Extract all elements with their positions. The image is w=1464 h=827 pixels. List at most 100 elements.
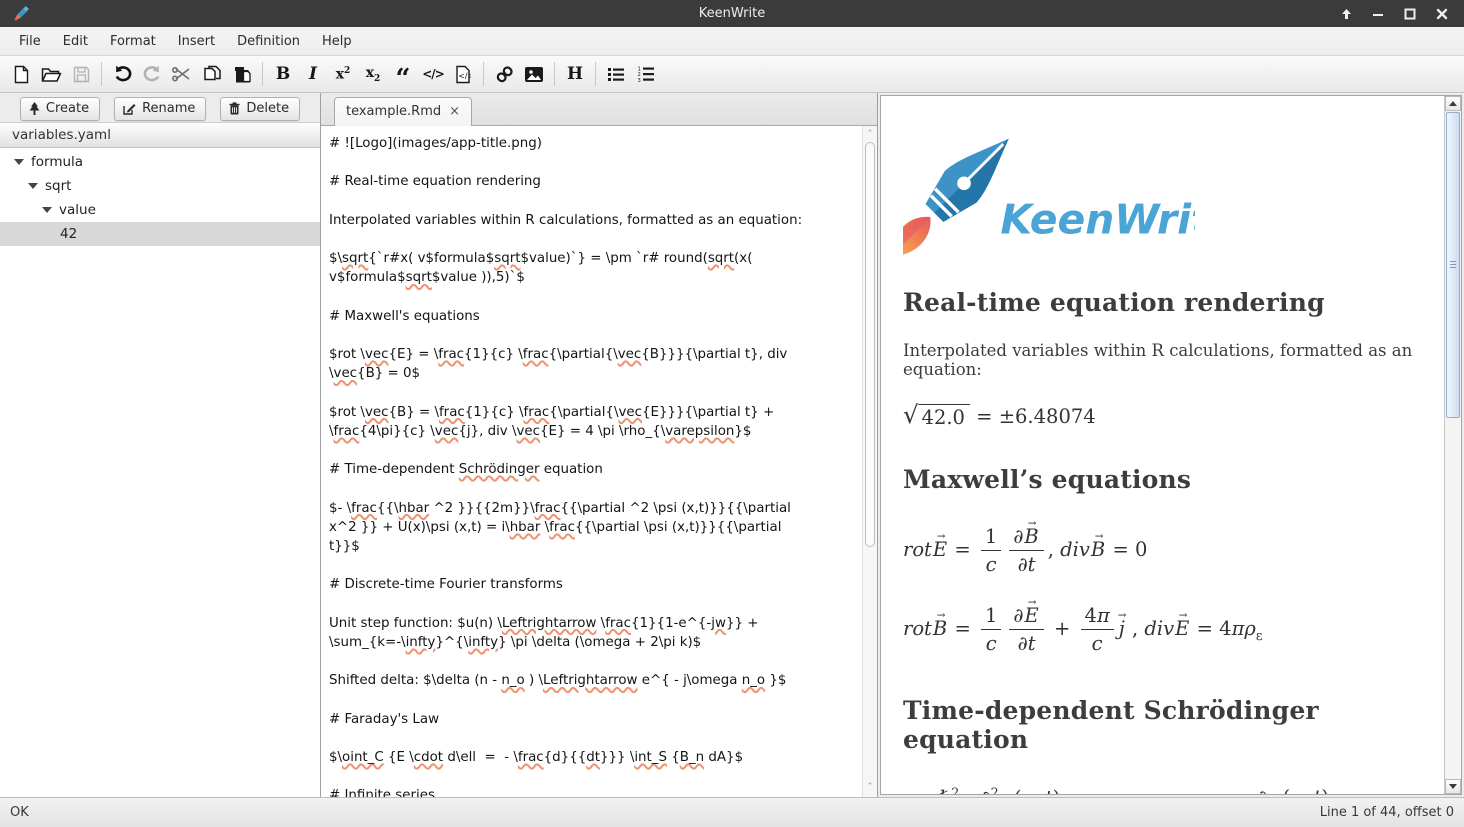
tree-expander-icon[interactable] (28, 183, 38, 189)
editor-line[interactable]: Interpolated variables within R calculat… (329, 211, 860, 230)
close-icon[interactable] (1430, 4, 1454, 24)
editor-text[interactable]: # ![Logo](images/app-title.png) # Real-t… (321, 126, 862, 797)
editor-line[interactable] (329, 230, 860, 249)
editor-line[interactable]: \frac{4\pi}{c} \vec{j}, div \vec{E} = 4 … (329, 422, 860, 441)
editor-line[interactable]: # ![Logo](images/app-title.png) (329, 134, 860, 153)
keenwrite-window: KeenWrite File Edit Format Insert Defini… (0, 0, 1464, 827)
create-button-label: Create (46, 101, 89, 116)
tree-item-value[interactable]: value (0, 198, 320, 222)
delete-button[interactable]: Delete (220, 97, 300, 121)
scroll-down-icon[interactable]: ˇ (863, 781, 877, 795)
insert-link-button[interactable] (489, 60, 519, 88)
preview-scrollbar[interactable] (1444, 96, 1461, 794)
copy-button[interactable] (197, 60, 227, 88)
editor-line[interactable]: # Discrete-time Fourier transforms (329, 575, 860, 594)
menu-definition[interactable]: Definition (226, 29, 311, 54)
editor-line[interactable]: $rot \vec{E} = \frac{1}{c} \frac{\partia… (329, 345, 860, 364)
heading-button[interactable]: H (560, 60, 590, 88)
editor-line[interactable]: # Infinite series (329, 786, 860, 797)
editor-line[interactable] (329, 479, 860, 498)
editor-line[interactable]: # Time-dependent Schrödinger equation (329, 460, 860, 479)
bold-icon: B (276, 66, 290, 83)
editor-line[interactable]: v$formula$sqrt$value )),5)`$ (329, 268, 860, 287)
menu-edit[interactable]: Edit (52, 29, 99, 54)
menu-format[interactable]: Format (99, 29, 167, 54)
undo-button[interactable] (107, 60, 137, 88)
menu-insert[interactable]: Insert (167, 29, 226, 54)
tree-item-formula[interactable]: formula (0, 150, 320, 174)
editor-line[interactable]: $- \frac{{\hbar ^2 }}{{2m}}\frac{{\parti… (329, 499, 860, 518)
editor-line[interactable] (329, 326, 860, 345)
tab-close-icon[interactable]: × (449, 105, 460, 118)
subscript-button[interactable]: x2 (358, 60, 388, 88)
tree-item-42-selected[interactable]: 42 (0, 222, 320, 246)
tree-expander-icon[interactable] (14, 159, 24, 165)
insert-image-button[interactable] (519, 60, 549, 88)
scroll-up-icon[interactable]: ˆ (863, 128, 877, 142)
editor-line[interactable]: # Maxwell's equations (329, 307, 860, 326)
editor-line[interactable] (329, 192, 860, 211)
tree-item-label: value (59, 202, 96, 218)
editor-scrollbar-thumb[interactable] (865, 142, 875, 547)
trash-icon (229, 102, 240, 115)
editor-line[interactable]: $\sqrt{`r#x( v$formula$sqrt$value)`} = \… (329, 249, 860, 268)
ordered-list-icon: 123 (637, 66, 655, 82)
paste-button[interactable] (227, 60, 257, 88)
editor-scrollbar[interactable]: ˆ ˇ (862, 126, 877, 797)
editor-line[interactable] (329, 556, 860, 575)
preview-panel: KeenWrite Real-time equation rendering I… (880, 95, 1462, 795)
preview-scroll-up-icon[interactable] (1445, 96, 1461, 111)
editor-line[interactable] (329, 383, 860, 402)
open-file-button[interactable] (36, 60, 66, 88)
tree-item-sqrt[interactable]: sqrt (0, 174, 320, 198)
tree-item-label: sqrt (45, 178, 71, 194)
bold-button[interactable]: B (268, 60, 298, 88)
editor-line[interactable] (329, 729, 860, 748)
editor-line[interactable] (329, 652, 860, 671)
editor-area[interactable]: # ![Logo](images/app-title.png) # Real-t… (321, 126, 877, 797)
maximize-icon[interactable] (1398, 4, 1422, 24)
editor-line[interactable] (329, 690, 860, 709)
code-block-button[interactable]: </> (448, 60, 478, 88)
editor-line[interactable]: \sum_{k=-\infty}^{\infty} \pi \delta (\o… (329, 633, 860, 652)
minimize-icon[interactable] (1366, 4, 1390, 24)
shade-window-icon[interactable] (1334, 4, 1358, 24)
editor-line[interactable] (329, 595, 860, 614)
editor-line[interactable]: # Real-time equation rendering (329, 172, 860, 191)
preview-heading-maxwell: Maxwell’s equations (903, 465, 1434, 494)
editor-line[interactable]: t}}$ (329, 537, 860, 556)
preview-heading-schrodinger: Time-dependent Schrödinger equation (903, 696, 1434, 754)
bullet-list-button[interactable] (601, 60, 631, 88)
menu-help[interactable]: Help (311, 29, 363, 54)
preview-scroll-down-icon[interactable] (1445, 779, 1461, 794)
open-folder-icon (41, 66, 62, 83)
preview-scrollbar-thumb[interactable] (1446, 112, 1460, 418)
ordered-list-button[interactable]: 123 (631, 60, 661, 88)
save-file-button[interactable] (66, 60, 96, 88)
editor-line[interactable] (329, 441, 860, 460)
editor-line[interactable] (329, 153, 860, 172)
menu-file[interactable]: File (8, 29, 52, 54)
superscript-button[interactable]: x2 (328, 60, 358, 88)
cut-button[interactable] (167, 60, 197, 88)
inline-code-button[interactable]: </> (418, 60, 448, 88)
tree-expander-icon[interactable] (42, 207, 52, 213)
editor-line[interactable]: # Faraday's Law (329, 710, 860, 729)
editor-line[interactable] (329, 288, 860, 307)
create-button[interactable]: Create (20, 97, 100, 121)
editor-line[interactable] (329, 767, 860, 786)
blockquote-button[interactable]: “ (388, 60, 418, 88)
rename-button[interactable]: Rename (114, 97, 206, 121)
editor-line[interactable]: \vec{B} = 0$ (329, 364, 860, 383)
editor-line[interactable]: Shifted delta: $\delta (n - n_o ) \Leftr… (329, 671, 860, 690)
new-file-button[interactable] (6, 60, 36, 88)
italic-button[interactable]: I (298, 60, 328, 88)
preview-pane: KeenWrite Real-time equation rendering I… (878, 93, 1464, 797)
link-icon (495, 65, 514, 84)
editor-line[interactable]: Unit step function: $u(n) \Leftrightarro… (329, 614, 860, 633)
editor-line[interactable]: $rot \vec{B} = \frac{1}{c} \frac{\partia… (329, 403, 860, 422)
editor-line[interactable]: x^2 }} + U(x)\psi (x,t) = i\hbar \frac{{… (329, 518, 860, 537)
editor-line[interactable]: $\oint_C {E \cdot d\ell = - \frac{d}{{dt… (329, 748, 860, 767)
redo-button[interactable] (137, 60, 167, 88)
tab-texample[interactable]: texample.Rmd × (334, 97, 472, 126)
